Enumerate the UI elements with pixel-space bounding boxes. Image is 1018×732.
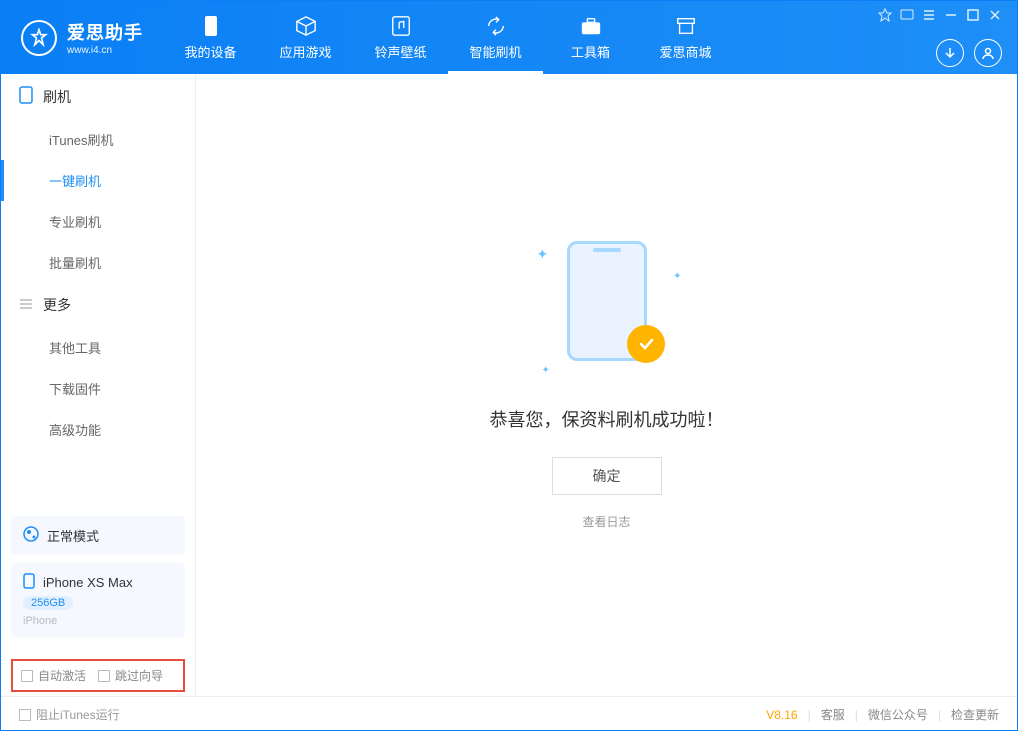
nav-pro-flash[interactable]: 专业刷机 — [1, 201, 195, 242]
tab-my-device[interactable]: 我的设备 — [163, 1, 258, 74]
tab-apps-games[interactable]: 应用游戏 — [258, 1, 353, 74]
capacity-badge: 256GB — [23, 596, 73, 610]
sidebar: 刷机 iTunes刷机 一键刷机 专业刷机 批量刷机 更多 其他工具 下载固件 … — [1, 74, 196, 696]
nav-other-tools[interactable]: 其他工具 — [1, 327, 195, 368]
mode-icon — [23, 526, 39, 545]
header-bar: 爱思助手 www.i4.cn 我的设备 应用游戏 铃声壁纸 智能刷机 工具箱 爱… — [1, 1, 1017, 74]
section-more: 更多 — [1, 283, 195, 327]
app-title: 爱思助手 — [67, 19, 143, 45]
options-highlight: 自动激活 跳过向导 — [11, 659, 185, 692]
toolbox-icon — [579, 14, 603, 38]
nav-advanced[interactable]: 高级功能 — [1, 409, 195, 450]
update-link[interactable]: 检查更新 — [951, 706, 999, 723]
logo: 爱思助手 www.i4.cn — [1, 19, 163, 56]
view-log-link[interactable]: 查看日志 — [582, 513, 630, 530]
device-card[interactable]: iPhone XS Max 256GB iPhone — [11, 563, 185, 637]
feedback-icon[interactable] — [900, 8, 914, 27]
minimize-button[interactable] — [944, 8, 958, 27]
theme-icon[interactable] — [878, 8, 892, 27]
tab-ringtones[interactable]: 铃声壁纸 — [353, 1, 448, 74]
version-label: V8.16 — [766, 708, 797, 722]
phone-icon — [19, 86, 33, 107]
music-icon — [389, 14, 413, 38]
list-icon — [19, 297, 33, 313]
maximize-button[interactable] — [966, 8, 980, 27]
main-tabs: 我的设备 应用游戏 铃声壁纸 智能刷机 工具箱 爱思商城 — [163, 1, 878, 74]
nav-oneclick-flash[interactable]: 一键刷机 — [1, 160, 195, 201]
check-icon — [627, 325, 665, 363]
ok-button[interactable]: 确定 — [552, 457, 662, 495]
menu-icon[interactable] — [922, 8, 936, 27]
device-type: iPhone — [23, 615, 173, 627]
app-subtitle: www.i4.cn — [67, 45, 143, 56]
section-flash: 刷机 — [1, 74, 195, 119]
main-content: ✦ ✦ ✦ 恭喜您，保资料刷机成功啦！ 确定 查看日志 — [196, 74, 1017, 696]
tab-toolbox[interactable]: 工具箱 — [543, 1, 638, 74]
success-message: 恭喜您，保资料刷机成功啦！ — [490, 406, 724, 432]
auto-activate-checkbox[interactable]: 自动激活 — [21, 667, 86, 684]
download-button[interactable] — [936, 39, 964, 67]
block-itunes-checkbox[interactable]: 阻止iTunes运行 — [19, 706, 120, 723]
nav-itunes-flash[interactable]: iTunes刷机 — [1, 119, 195, 160]
mode-card[interactable]: 正常模式 — [11, 516, 185, 555]
close-button[interactable] — [988, 8, 1002, 27]
shop-icon — [674, 14, 698, 38]
refresh-icon — [484, 14, 508, 38]
account-button[interactable] — [974, 39, 1002, 67]
tab-store[interactable]: 爱思商城 — [638, 1, 733, 74]
tab-smart-flash[interactable]: 智能刷机 — [448, 1, 543, 74]
device-icon — [199, 14, 223, 38]
footer: 阻止iTunes运行 V8.16 | 客服 | 微信公众号 | 检查更新 — [1, 696, 1017, 732]
cube-icon — [294, 14, 318, 38]
wechat-link[interactable]: 微信公众号 — [868, 706, 928, 723]
nav-batch-flash[interactable]: 批量刷机 — [1, 242, 195, 283]
app-icon — [21, 20, 57, 56]
device-phone-icon — [23, 573, 35, 592]
nav-download-fw[interactable]: 下载固件 — [1, 368, 195, 409]
support-link[interactable]: 客服 — [821, 706, 845, 723]
window-controls — [878, 8, 1017, 67]
skip-guide-checkbox[interactable]: 跳过向导 — [98, 667, 163, 684]
success-illustration: ✦ ✦ ✦ — [537, 241, 677, 381]
